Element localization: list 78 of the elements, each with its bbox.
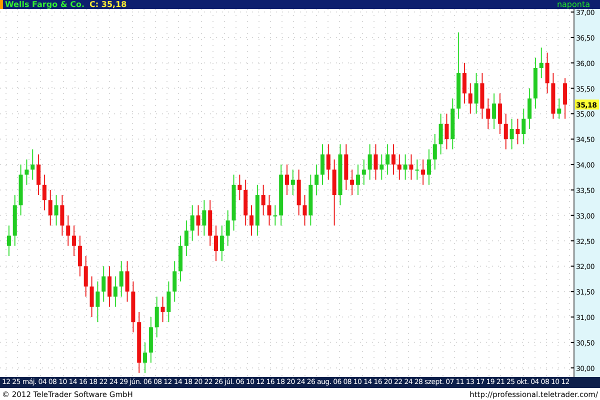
candle xyxy=(250,204,254,236)
candle xyxy=(362,158,366,186)
candle xyxy=(338,144,342,206)
candle xyxy=(48,189,52,226)
candle xyxy=(54,194,58,226)
candle xyxy=(125,260,130,302)
candle xyxy=(296,169,301,216)
candle xyxy=(279,164,284,226)
instrument-name: Wells Fargo & Co. xyxy=(5,0,85,9)
candle xyxy=(290,169,295,196)
candle xyxy=(6,225,11,257)
candle xyxy=(368,144,372,180)
candle xyxy=(214,225,218,262)
candle xyxy=(516,118,520,145)
candle xyxy=(332,158,336,226)
candle xyxy=(504,113,508,150)
candle xyxy=(160,296,165,323)
candle xyxy=(326,144,330,180)
candle xyxy=(273,204,278,226)
candle xyxy=(415,158,420,180)
candle xyxy=(432,134,437,170)
candle xyxy=(397,154,402,180)
candle xyxy=(539,47,544,79)
candle xyxy=(202,200,206,236)
candle xyxy=(380,154,384,180)
candle xyxy=(166,280,171,323)
candle xyxy=(551,72,556,120)
candle xyxy=(12,194,17,246)
candle xyxy=(409,154,414,180)
candle xyxy=(444,113,449,150)
candle xyxy=(468,82,472,114)
candle xyxy=(137,311,142,374)
candle xyxy=(102,266,106,302)
interval-label: naponta xyxy=(556,0,590,9)
candle xyxy=(226,210,230,246)
candle xyxy=(474,72,478,114)
close-price: C: 35,18 xyxy=(90,0,127,9)
candle xyxy=(131,280,136,333)
candle xyxy=(18,164,23,216)
candle xyxy=(403,154,408,180)
candle xyxy=(196,204,200,236)
candle xyxy=(308,174,313,226)
candle xyxy=(172,260,177,302)
candle xyxy=(563,78,568,120)
candle xyxy=(261,184,266,216)
candle xyxy=(90,276,94,318)
candle xyxy=(60,194,64,236)
candle xyxy=(154,296,159,338)
candle xyxy=(255,184,260,236)
candle xyxy=(557,98,562,120)
candle xyxy=(238,174,242,201)
candle xyxy=(285,164,289,196)
candle xyxy=(374,144,378,180)
candle xyxy=(220,225,224,262)
candle xyxy=(119,260,124,298)
candle xyxy=(190,204,194,242)
candle xyxy=(96,280,100,323)
candle xyxy=(320,144,324,186)
candle xyxy=(84,256,88,298)
candle xyxy=(438,113,443,155)
candle xyxy=(486,98,490,130)
candle xyxy=(66,214,70,246)
candle xyxy=(450,98,455,150)
candle xyxy=(545,52,550,94)
candle xyxy=(302,194,307,226)
candle xyxy=(208,200,212,246)
candle xyxy=(267,194,272,226)
candle xyxy=(232,174,236,232)
candle xyxy=(24,158,29,186)
candle xyxy=(350,169,354,196)
candle xyxy=(510,118,514,150)
candle xyxy=(356,164,360,196)
candle xyxy=(314,164,319,196)
candle xyxy=(522,108,526,145)
candle xyxy=(30,148,35,180)
candle xyxy=(480,72,484,120)
candle xyxy=(344,144,348,190)
candle xyxy=(244,179,248,226)
